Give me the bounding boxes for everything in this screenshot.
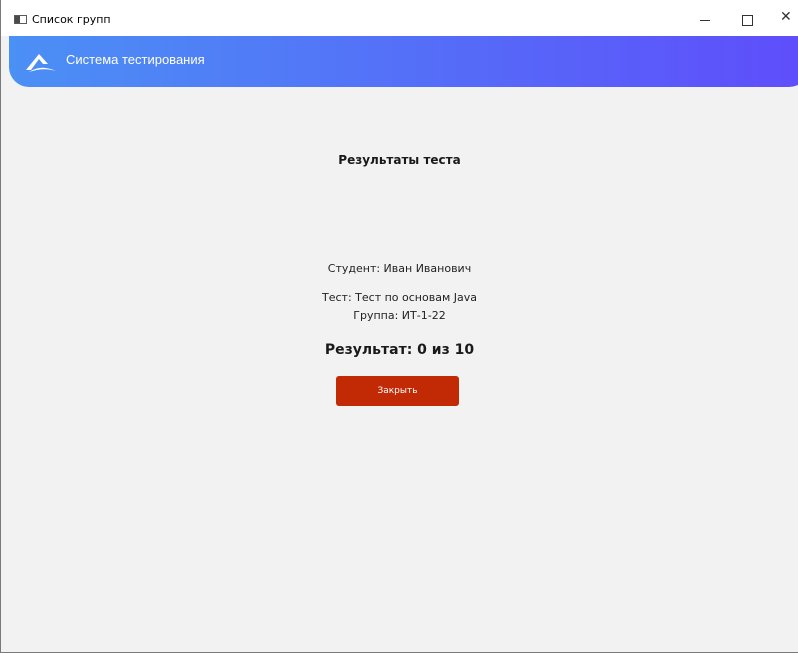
page-title: Результаты теста [338, 153, 461, 167]
app-window-icon [14, 15, 27, 24]
close-button[interactable]: Закрыть [336, 376, 459, 406]
minimize-button[interactable] [684, 0, 726, 36]
logo-icon [26, 54, 56, 72]
app-header: Система тестирования [9, 36, 798, 87]
app-window: Список групп ✕ Система тестирования Резу… [0, 0, 798, 653]
window-title: Список групп [32, 13, 111, 26]
test-label: Тест: Тест по основам Java [322, 291, 477, 304]
app-title: Система тестирования [66, 52, 205, 67]
minimize-icon [700, 20, 710, 21]
group-label: Группа: ИТ-1-22 [353, 309, 446, 322]
close-icon: ✕ [780, 9, 792, 25]
results-panel: Результаты теста Студент: Иван Иванович … [1, 87, 798, 652]
maximize-icon [742, 15, 753, 26]
title-bar[interactable]: Список групп ✕ [1, 0, 798, 36]
close-window-button[interactable]: ✕ [768, 0, 798, 36]
maximize-button[interactable] [726, 0, 768, 36]
student-label: Студент: Иван Иванович [327, 262, 472, 275]
score-label: Результат: 0 из 10 [324, 342, 475, 358]
